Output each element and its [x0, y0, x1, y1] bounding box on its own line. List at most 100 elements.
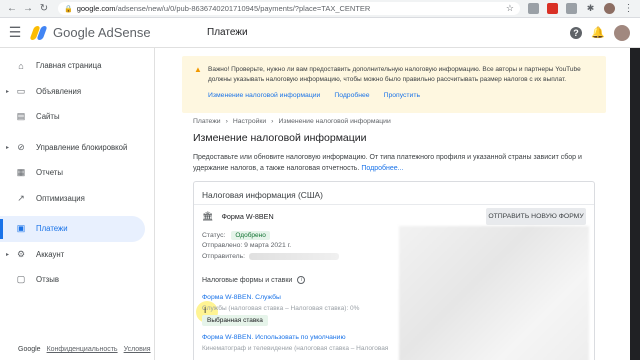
- privacy-link[interactable]: Конфиденциальность: [47, 346, 118, 353]
- extensions-puzzle-icon[interactable]: ✱: [585, 3, 596, 14]
- notifications-icon[interactable]: 🔔: [591, 27, 605, 39]
- sidebar-item-label: Объявления: [36, 86, 82, 96]
- status-row: Статус: Одобрено: [202, 231, 270, 240]
- main-content: ▲ Важно! Проверьте, нужно ли вам предост…: [155, 48, 640, 360]
- warning-icon: ▲: [194, 65, 202, 74]
- menu-icon[interactable]: ☰: [0, 24, 30, 41]
- breadcrumb-settings[interactable]: Настройки: [233, 118, 266, 125]
- adsense-logo-icon: [29, 25, 48, 40]
- url-path: /adsense/new/u/0/pub-8636740201710945/pa…: [115, 4, 371, 13]
- forms-heading-text: Налоговые формы и ставки: [202, 276, 293, 284]
- page-section-title: Платежи: [207, 27, 248, 38]
- address-bar[interactable]: 🔒 google.com /adsense/new/u/0/pub-863674…: [58, 2, 520, 15]
- breadcrumb-separator-icon: ›: [271, 118, 274, 125]
- youtube-extension-icon[interactable]: [547, 3, 558, 14]
- extension-icon[interactable]: [528, 3, 539, 14]
- form-services-rate: Службы (налоговая ставка – Налоговая ста…: [202, 305, 360, 312]
- description-more-link[interactable]: Подробнее...: [361, 165, 403, 172]
- lock-icon: 🔒: [64, 5, 73, 13]
- profile-avatar[interactable]: [604, 3, 615, 14]
- redacted-panel: [399, 226, 589, 360]
- mouse-cursor-icon: I: [204, 306, 207, 315]
- block-icon: ⊘: [17, 141, 25, 152]
- alert-message: Важно! Проверьте, нужно ли вам предостав…: [208, 66, 581, 83]
- sidebar-item-label: Главная страница: [36, 61, 102, 71]
- sidebar-item-label: Отчеты: [36, 168, 63, 178]
- sidebar-item-label: Сайты: [36, 112, 60, 122]
- tax-alert-banner: ▲ Важно! Проверьте, нужно ли вам предост…: [182, 56, 606, 113]
- sent-date: Отправлено: 9 марта 2021 г.: [202, 242, 292, 249]
- redacted-sender: [249, 253, 340, 260]
- home-icon: ⌂: [18, 60, 24, 71]
- forward-icon[interactable]: →: [22, 3, 34, 15]
- sidebar-item-feedback[interactable]: ▢ Отзыв: [0, 267, 154, 293]
- alert-change-tax-link[interactable]: Изменение налоговой информации: [208, 92, 320, 99]
- breadcrumb-separator-icon: ›: [225, 118, 228, 125]
- ads-icon: ▭: [16, 85, 26, 96]
- expand-caret-icon[interactable]: ▸: [6, 144, 12, 151]
- sidebar-item-account[interactable]: ▸ ⚙ Аккаунт: [0, 242, 154, 268]
- reports-icon: ▦: [16, 167, 26, 178]
- card-title: Налоговая информация (США): [202, 190, 323, 200]
- sidebar: ⌂ Главная страница ▸ ▭ Объявления ▤ Сайты ▸ ⊘…: [0, 48, 155, 360]
- breadcrumb-payments[interactable]: Платежи: [193, 118, 221, 125]
- expand-caret-icon[interactable]: ▸: [6, 88, 12, 95]
- star-icon[interactable]: ☆: [506, 3, 514, 14]
- bank-icon: 🏛: [202, 211, 214, 221]
- alert-skip-link[interactable]: Пропустить: [384, 92, 420, 99]
- screen-edge: [630, 48, 640, 360]
- send-new-form-button[interactable]: ОТПРАВИТЬ НОВУЮ ФОРМУ: [486, 208, 586, 225]
- payments-icon: ▣: [16, 223, 26, 234]
- sidebar-item-label: Оптимизация: [36, 193, 85, 203]
- form-services-link[interactable]: Форма W-8BEN. Службы: [202, 294, 281, 301]
- sidebar-item-label: Аккаунт: [36, 249, 65, 259]
- sidebar-item-sites[interactable]: ▤ Сайты: [0, 104, 154, 130]
- form-name: Форма W-8BEN: [221, 212, 274, 221]
- page-title: Изменение налоговой информации: [193, 132, 367, 144]
- sidebar-item-blocking[interactable]: ▸ ⊘ Управление блокировкой: [0, 135, 154, 161]
- form-default-rate: Кинематограф и телевидение (налоговая ст…: [202, 345, 389, 352]
- expand-caret-icon[interactable]: ▸: [6, 251, 12, 258]
- sidebar-item-ads[interactable]: ▸ ▭ Объявления: [0, 79, 154, 105]
- sidebar-item-label: Управление блокировкой: [36, 142, 128, 152]
- page-description: Предоставьте или обновите налоговую инфо…: [193, 152, 593, 174]
- breadcrumb: Платежи › Настройки › Изменение налогово…: [193, 118, 391, 125]
- alert-more-link[interactable]: Подробнее: [334, 92, 369, 99]
- sender-label: Отправитель:: [202, 253, 246, 260]
- sidebar-item-label: Платежи: [36, 224, 68, 234]
- terms-link[interactable]: Условия: [124, 346, 151, 353]
- tax-info-card: Налоговая информация (США) 🏛 Форма W-8BE…: [193, 181, 595, 360]
- breadcrumb-current: Изменение налоговой информации: [278, 118, 391, 125]
- sidebar-item-home[interactable]: ⌂ Главная страница: [0, 53, 154, 79]
- browser-menu-icon[interactable]: ⋮: [623, 3, 634, 14]
- url-host: google.com: [76, 4, 116, 13]
- feedback-icon: ▢: [16, 274, 26, 285]
- help-icon[interactable]: ?: [570, 26, 582, 39]
- status-label: Статус:: [202, 232, 226, 239]
- sidebar-item-label: Отзыв: [36, 275, 59, 285]
- sidebar-item-optimization[interactable]: ↗ Оптимизация: [0, 186, 154, 212]
- divider: [194, 204, 594, 205]
- sender-row: Отправитель:: [202, 253, 340, 260]
- back-icon[interactable]: ←: [6, 3, 18, 15]
- extension-icon[interactable]: [566, 3, 577, 14]
- account-avatar[interactable]: [614, 24, 630, 41]
- form-default-link[interactable]: Форма W-8BEN. Использовать по умолчанию: [202, 334, 346, 341]
- info-icon[interactable]: i: [297, 276, 306, 284]
- app-header: ☰ Google AdSense Платежи ? 🔔: [0, 18, 640, 48]
- adsense-logo[interactable]: Google AdSense: [29, 25, 180, 40]
- sidebar-item-reports[interactable]: ▦ Отчеты: [0, 160, 154, 186]
- sites-icon: ▤: [16, 111, 26, 122]
- logo-text: Google AdSense: [53, 25, 151, 40]
- sidebar-item-payments[interactable]: ▣ Платежи: [0, 216, 145, 242]
- status-badge: Одобрено: [231, 231, 270, 240]
- footer-brand: Google: [18, 346, 41, 353]
- reload-icon[interactable]: ↻: [38, 3, 50, 15]
- account-icon: ⚙: [16, 248, 26, 259]
- selected-rate-chip: Выбранная ставка: [202, 315, 268, 326]
- forms-heading: Налоговые формы и ставки i: [202, 276, 306, 284]
- sidebar-footer: Google Конфиденциальность Условия: [18, 346, 151, 353]
- optimization-icon: ↗: [17, 192, 25, 203]
- browser-toolbar: ← → ↻ 🔒 google.com /adsense/new/u/0/pub-…: [0, 0, 640, 18]
- form-row: 🏛 Форма W-8BEN: [202, 211, 274, 222]
